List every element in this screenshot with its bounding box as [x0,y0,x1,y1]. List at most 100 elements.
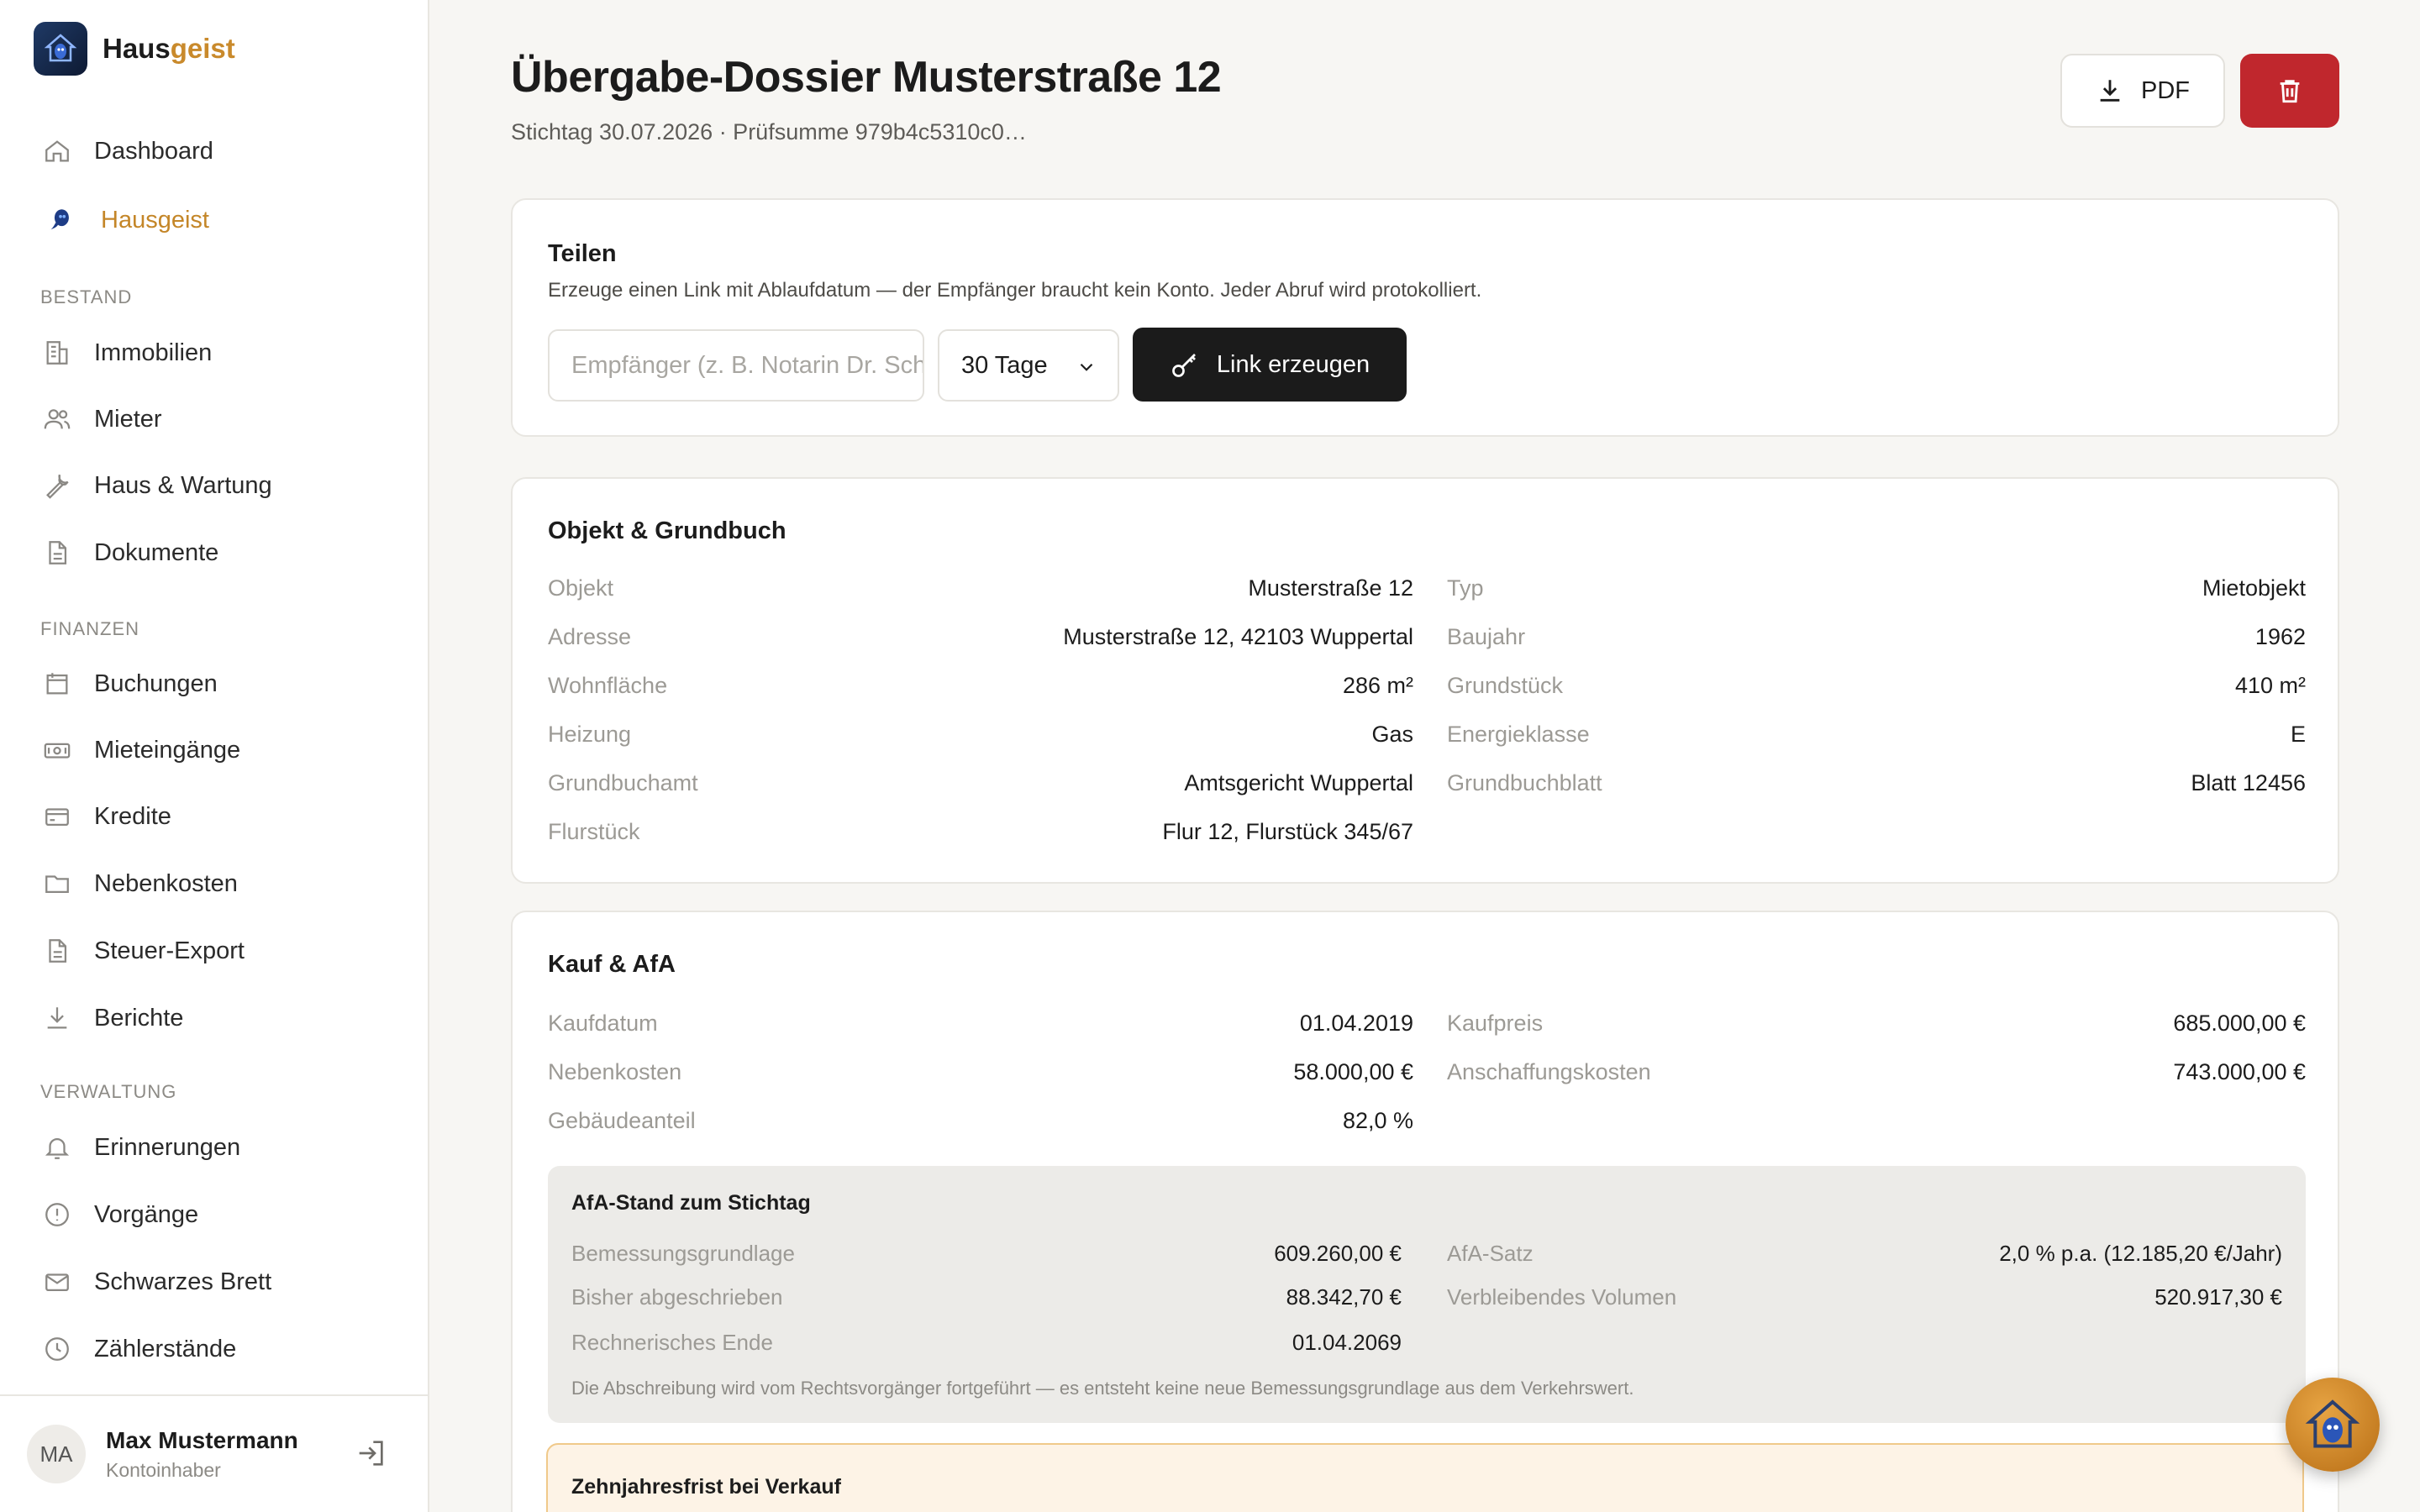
download-icon [2100,80,2120,102]
nav-buchungen[interactable]: Buchungen [40,663,218,705]
nav-label: Steuer-Export [94,937,245,964]
nav-label: Immobilien [94,339,213,366]
kv-row: Flurstück Flur 12, Flurstück 345/67 [548,815,1413,848]
nav-label: Mieteingänge [94,736,241,764]
nav-label: Vorgänge [94,1200,199,1228]
create-link-button[interactable]: Link erzeugen [1133,328,1407,402]
mail-icon [40,1265,74,1299]
kv-label: AfA-Satz [1447,1240,1534,1266]
kv-label: Kaufdatum [548,1010,658,1036]
section-label-verwaltung: VERWALTUNG [40,1081,177,1102]
kv-label: Wohnfläche [548,672,668,698]
avatar[interactable]: MA [27,1425,86,1483]
kv-value: 520.917,30 € [2154,1284,2282,1310]
kauf-title: Kauf & AfA [548,951,676,978]
nav-steuer-export[interactable]: Steuer-Export [40,930,245,972]
kv-row: Kaufpreis 685.000,00 € [1447,1006,2306,1040]
nav-label: Kredite [94,802,171,830]
zehnjahresfrist-title: Zehnjahresfrist bei Verkauf [571,1475,841,1499]
kv-row: Grundbuchamt Amtsgericht Wuppertal [548,766,1413,800]
nav-vorgaenge[interactable]: Vorgänge [40,1194,198,1236]
section-label-bestand: BESTAND [40,286,133,307]
kv-row: Typ Mietobjekt [1447,571,2306,605]
kv-label: Grundstück [1447,672,1564,698]
kv-label: Gebäudeanteil [548,1107,696,1133]
wrench-icon [40,469,74,502]
bell-icon [40,1131,74,1164]
download-icon [40,1001,74,1035]
nav-nebenkosten[interactable]: Nebenkosten [40,863,238,905]
nav-haus-wartung[interactable]: Haus & Wartung [40,465,272,507]
kv-value: 01.04.2069 [1292,1329,1402,1355]
nav-label: Hausgeist [101,206,209,234]
kv-value: 1962 [2254,623,2306,649]
nav-immobilien[interactable]: Immobilien [40,332,212,374]
afa-box: AfA-Stand zum Stichtag Bemessungsgrundla… [548,1166,2306,1423]
nav-zaehlerstaende[interactable]: Zählerstände [40,1328,236,1370]
kv-label: Verbleibendes Volumen [1447,1284,1677,1310]
kauf-card: Kauf & AfA Kaufdatum 01.04.2019 Nebenkost… [511,911,2339,1512]
logout-icon[interactable] [354,1436,387,1474]
nav-mieter[interactable]: Mieter [40,398,162,440]
kv-label: Bemessungsgrundlage [571,1240,795,1266]
user-role: Kontoinhaber [106,1458,221,1481]
kv-label: Objekt [548,575,614,601]
nav-schwarzes-brett[interactable]: Schwarzes Brett [40,1261,271,1303]
kv-value: E [2290,721,2306,747]
kv-row: Wohnfläche 286 m² [548,669,1413,702]
kv-value: 01.04.2019 [1299,1010,1413,1036]
kv-label: Baujahr [1447,623,1526,649]
nav-label: Zählerstände [94,1335,237,1362]
nav-dokumente[interactable]: Dokumente [40,532,218,574]
kv-row: Energieklasse E [1447,717,2306,751]
ledger-icon [40,667,74,701]
kv-value: Gas [1371,721,1413,747]
chevron-down-icon [1080,363,1093,371]
building-icon [40,336,74,370]
folder-icon [40,867,74,900]
kv-label: Flurstück [548,818,640,844]
kv-value: 609.260,00 € [1274,1240,1402,1266]
nav-kredite[interactable]: Kredite [40,795,171,837]
delete-button[interactable] [2240,54,2339,128]
kv-label: Adresse [548,623,632,649]
kv-label: Grundbuchblatt [1447,769,1602,795]
section-label-finanzen: FINANZEN [40,618,139,639]
nav-label: Berichte [94,1004,184,1032]
share-title: Teilen [548,240,617,267]
create-link-label: Link erzeugen [1216,350,1370,378]
kv-value: Mietobjekt [2202,575,2306,601]
kv-label: Rechnerisches Ende [571,1329,773,1355]
objekt-title: Objekt & Grundbuch [548,517,786,544]
trash-icon [2280,80,2300,103]
kv-row: Objekt Musterstraße 12 [548,571,1413,605]
kv-row: Gebäudeanteil 82,0 % [548,1104,1413,1137]
hausgeist-icon [44,203,77,237]
brand-name: Hausgeist [103,33,235,64]
file-icon [40,934,74,968]
nav-berichte[interactable]: Berichte [40,997,183,1039]
kv-value: 88.342,70 € [1286,1284,1402,1310]
nav-erinnerungen[interactable]: Erinnerungen [40,1126,240,1168]
page-title: Übergabe-Dossier Musterstraße 12 [511,53,1222,102]
kv-row: Heizung Gas [548,717,1413,751]
kv-label: Heizung [548,721,632,747]
kv-label: Energieklasse [1447,721,1590,747]
kv-label: Kaufpreis [1447,1010,1544,1036]
hausgeist-assistant-button[interactable] [2286,1378,2380,1472]
kv-value: 58.000,00 € [1293,1058,1413,1084]
duration-select[interactable]: 30 Tage [938,329,1119,402]
user-box: MA Max Mustermann Kontoinhaber [0,1394,428,1512]
nav-mieteingaenge[interactable]: Mieteingänge [40,729,240,771]
nav-hausgeist[interactable]: Hausgeist [44,199,209,241]
kv-value: 286 m² [1342,672,1413,698]
kv-label: Nebenkosten [548,1058,682,1084]
hausgeist-logo-icon [34,22,87,76]
pdf-download-button[interactable]: PDF [2060,54,2225,128]
brand[interactable]: Hausgeist [34,22,235,76]
recipient-input[interactable] [548,329,924,402]
kv-row: Kaufdatum 01.04.2019 [548,1006,1413,1040]
nav-label: Nebenkosten [94,869,238,897]
hausgeist-ghost-icon [2305,1399,2360,1448]
nav-dashboard[interactable]: Dashboard [40,130,213,172]
